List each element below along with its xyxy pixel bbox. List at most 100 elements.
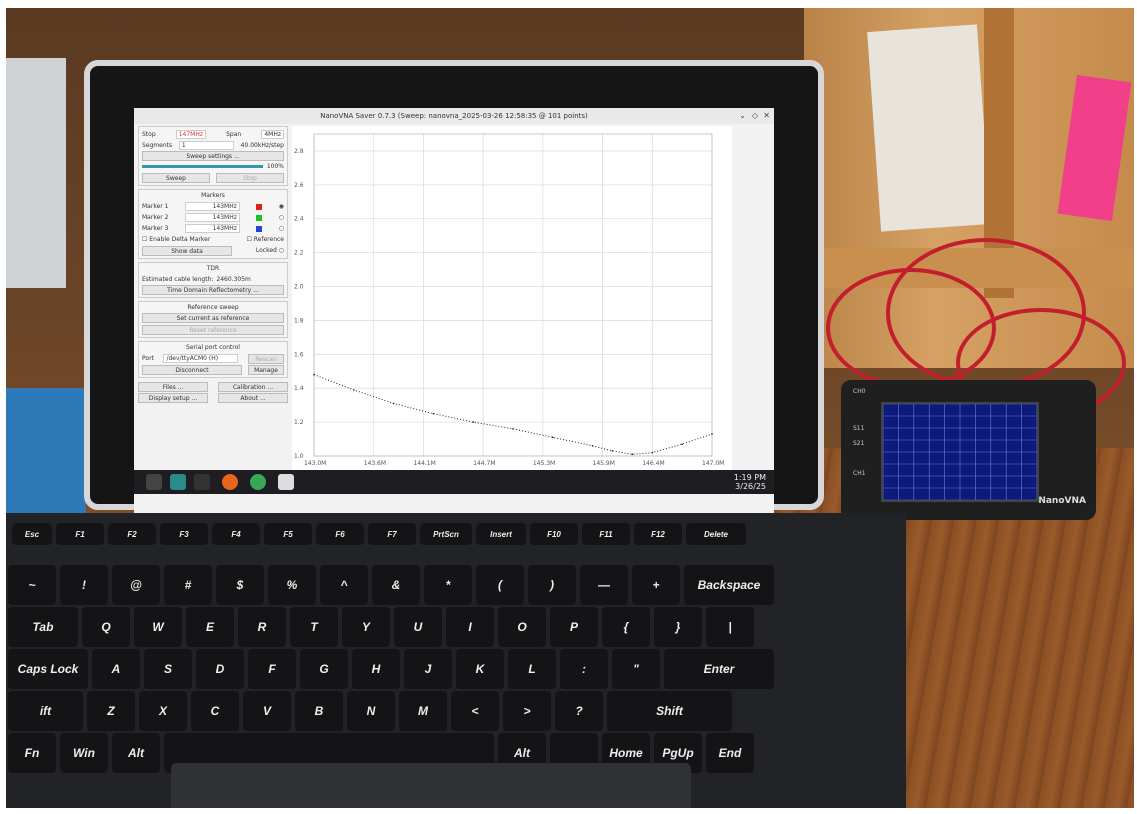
key-o[interactable]: O	[498, 607, 546, 647]
key-fn[interactable]: Fn	[8, 733, 56, 773]
key-a[interactable]: A	[92, 649, 140, 689]
set-reference-button[interactable]: Set current as reference	[142, 313, 284, 323]
sweep-button[interactable]: Sweep	[142, 172, 210, 183]
calibration-button[interactable]: Calibration ...	[218, 381, 288, 392]
key-alt[interactable]: Alt	[112, 733, 160, 773]
key-n[interactable]: N	[347, 691, 395, 731]
show-data-button[interactable]: Show data	[142, 245, 232, 256]
key-p[interactable]: P	[550, 607, 598, 647]
key--[interactable]: &	[372, 565, 420, 605]
key-f3[interactable]: F3	[160, 523, 208, 545]
key-f11[interactable]: F11	[582, 523, 630, 545]
key--[interactable]: )	[528, 565, 576, 605]
key--[interactable]: *	[424, 565, 472, 605]
key-win[interactable]: Win	[60, 733, 108, 773]
key-backspace[interactable]: Backspace	[684, 565, 774, 605]
key-prtscn[interactable]: PrtScn	[420, 523, 472, 545]
key-y[interactable]: Y	[342, 607, 390, 647]
key-f2[interactable]: F2	[108, 523, 156, 545]
key-esc[interactable]: Esc	[12, 523, 52, 545]
key-w[interactable]: W	[134, 607, 182, 647]
key-r[interactable]: R	[238, 607, 286, 647]
key-f10[interactable]: F10	[530, 523, 578, 545]
key-f12[interactable]: F12	[634, 523, 682, 545]
key--[interactable]: <	[451, 691, 499, 731]
marker-1-color[interactable]	[256, 203, 263, 210]
key-z[interactable]: Z	[87, 691, 135, 731]
key--[interactable]: —	[580, 565, 628, 605]
key-ift[interactable]: ift	[8, 691, 83, 731]
key-x[interactable]: X	[139, 691, 187, 731]
key--[interactable]: ?	[555, 691, 603, 731]
key--[interactable]: {	[602, 607, 650, 647]
span-input[interactable]: 4MHz	[261, 130, 284, 139]
marker-3-radio[interactable]: ○	[279, 225, 284, 232]
manage-button[interactable]: Manage	[248, 364, 284, 375]
reset-reference-button[interactable]: Reset reference	[142, 325, 284, 335]
key-f7[interactable]: F7	[368, 523, 416, 545]
locked-checkbox[interactable]: Locked ○	[256, 247, 284, 254]
key-j[interactable]: J	[404, 649, 452, 689]
key-f[interactable]: F	[248, 649, 296, 689]
segments-input[interactable]: 1	[178, 141, 234, 150]
marker-1-input[interactable]: 143MHz	[184, 202, 240, 211]
marker-2-input[interactable]: 143MHz	[184, 213, 240, 222]
key-t[interactable]: T	[290, 607, 338, 647]
key-caps-lock[interactable]: Caps Lock	[8, 649, 88, 689]
key--[interactable]: +	[632, 565, 680, 605]
key-shift[interactable]: Shift	[607, 691, 732, 731]
nanovna-saver-icon[interactable]	[278, 474, 294, 490]
key-f6[interactable]: F6	[316, 523, 364, 545]
key-f1[interactable]: F1	[56, 523, 104, 545]
maximize-icon[interactable]: ◇	[752, 108, 758, 124]
key-l[interactable]: L	[508, 649, 556, 689]
key--[interactable]: :	[560, 649, 608, 689]
key-v[interactable]: V	[243, 691, 291, 731]
marker-3-color[interactable]	[256, 225, 263, 232]
key--[interactable]: !	[60, 565, 108, 605]
minimize-icon[interactable]: ⌄	[739, 108, 746, 124]
key-d[interactable]: D	[196, 649, 244, 689]
app-launcher-icon[interactable]	[146, 474, 162, 490]
key--[interactable]: ~	[8, 565, 56, 605]
marker-3-input[interactable]: 143MHz	[184, 224, 240, 233]
konsole-icon[interactable]	[194, 474, 210, 490]
key-q[interactable]: Q	[82, 607, 130, 647]
key-b[interactable]: B	[295, 691, 343, 731]
key--[interactable]: "	[612, 649, 660, 689]
display-setup-button[interactable]: Display setup ...	[138, 392, 208, 403]
key-g[interactable]: G	[300, 649, 348, 689]
clock-date[interactable]: 3/26/25	[734, 482, 766, 491]
key--[interactable]: %	[268, 565, 316, 605]
key--[interactable]: @	[112, 565, 160, 605]
vswr-chart[interactable]: 2.8 2.6 2.4 2.2 2.0 1.8 1.6 1.4 1.2 1.0 143.0M 143.…	[292, 126, 732, 471]
key-s[interactable]: S	[144, 649, 192, 689]
key-k[interactable]: K	[456, 649, 504, 689]
trackpad[interactable]	[171, 763, 691, 808]
key-f5[interactable]: F5	[264, 523, 312, 545]
key-h[interactable]: H	[352, 649, 400, 689]
stop-button[interactable]: Stop	[216, 172, 284, 183]
key--[interactable]: |	[706, 607, 754, 647]
key-tab[interactable]: Tab	[8, 607, 78, 647]
key-insert[interactable]: Insert	[476, 523, 526, 545]
firefox-icon[interactable]	[222, 474, 238, 490]
clock-time[interactable]: 1:19 PM	[734, 473, 766, 482]
delta-marker-checkbox[interactable]: ☐ Enable Delta Marker	[142, 236, 210, 243]
key-end[interactable]: End	[706, 733, 754, 773]
about-button[interactable]: About ...	[218, 392, 288, 403]
rescan-button[interactable]: Rescan	[248, 353, 284, 364]
key--[interactable]: >	[503, 691, 551, 731]
terminal-icon[interactable]	[170, 474, 186, 490]
files-button[interactable]: Files ...	[138, 381, 208, 392]
marker-2-color[interactable]	[256, 214, 263, 221]
key--[interactable]: (	[476, 565, 524, 605]
key-enter[interactable]: Enter	[664, 649, 774, 689]
key--[interactable]: }	[654, 607, 702, 647]
close-icon[interactable]: ✕	[763, 108, 770, 124]
key-i[interactable]: I	[446, 607, 494, 647]
disconnect-button[interactable]: Disconnect	[142, 364, 242, 375]
port-select[interactable]: /dev/ttyACM0 (H)	[163, 354, 239, 363]
key-u[interactable]: U	[394, 607, 442, 647]
marker-1-radio[interactable]: ◉	[279, 203, 284, 210]
